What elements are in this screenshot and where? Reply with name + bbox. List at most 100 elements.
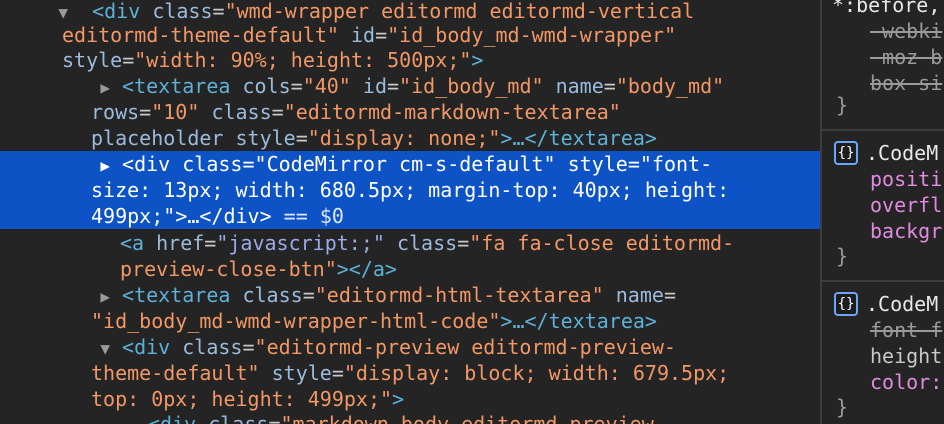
console-ref: == $0	[271, 204, 344, 228]
expand-triangle-icon[interactable]: ▶	[0, 153, 110, 179]
attr-name: style	[567, 152, 628, 176]
tag-close: </div>	[199, 204, 272, 228]
declaration[interactable]: overfl	[870, 192, 942, 218]
declaration[interactable]: backgr	[870, 218, 942, 244]
rule-close-brace: }	[836, 395, 849, 419]
tag-open: <textarea	[122, 74, 243, 98]
attr-name: class	[211, 100, 272, 124]
dom-node-wmd-wrapper[interactable]: ▼ <div class="wmd-wrapper editormd edito…	[0, 0, 820, 24]
attr-value: "id_body_md-wmd-wrapper-html-code"	[91, 309, 501, 333]
attr-name: class	[182, 335, 243, 359]
attr-name: class	[242, 283, 303, 307]
expand-triangle-icon[interactable]: ▶	[0, 284, 110, 310]
attr-value: "width: 90%; height: 500px;"	[134, 48, 472, 72]
dom-node-close-btn[interactable]: <a href="javascript:;" class="fa fa-clos…	[0, 230, 820, 256]
attr-value: preview-close-btn"	[120, 257, 337, 281]
attr-value: "10"	[151, 100, 200, 124]
elements-panel: ▼ <div class="wmd-wrapper editormd edito…	[0, 0, 820, 424]
rule-selector[interactable]: .CodeM	[866, 140, 938, 166]
dom-node-line: top: 0px; height: 499px;">	[0, 386, 820, 412]
dom-node-codemirror-selected[interactable]: ▶ <div class="CodeMirror cm-s-default" s…	[0, 151, 820, 177]
tag-open: <div	[92, 0, 153, 23]
tag-close: >	[471, 48, 484, 72]
declaration-overridden[interactable]: font-f	[870, 317, 942, 343]
rule-close-brace: }	[836, 244, 849, 268]
attr-value: top: 0px; height: 499px;"	[91, 387, 393, 411]
dom-node-line: preview-close-btn"></a>	[0, 256, 820, 282]
rule-divider	[822, 129, 944, 131]
dom-node-editormd-preview[interactable]: ▼ <div class="editormd-preview editormd-…	[0, 334, 820, 360]
attr-value: "fa fa-close editormd-	[469, 231, 735, 255]
tag-open: <div	[122, 152, 183, 176]
attr-name: placeholder	[91, 126, 224, 150]
attr-value: "markdown-body editormd-preview-	[280, 412, 666, 424]
declaration-overridden[interactable]: box-si	[870, 70, 942, 96]
expand-triangle-icon[interactable]: ▶	[0, 75, 110, 101]
dom-node-line: editormd-theme-default" id="id_body_md-w…	[62, 23, 677, 47]
dom-node-line: 499px;">…</div> == $0	[0, 203, 820, 229]
dom-node-line: "id_body_md-wmd-wrapper-html-code">…</te…	[0, 308, 820, 334]
tag-ellipsis[interactable]: >…	[175, 204, 199, 228]
dom-node-line: style="width: 90%; height: 500px;">	[62, 48, 484, 72]
attr-name: name	[615, 283, 664, 307]
attr-link-value[interactable]: "javascript:;"	[216, 231, 385, 255]
tag-open: <div	[122, 335, 183, 359]
declaration[interactable]: height	[870, 343, 942, 369]
attr-value: "id_body_md"	[399, 74, 544, 98]
attr-name: id	[362, 74, 387, 98]
rule-divider	[822, 280, 944, 282]
declaration-overridden[interactable]: -moz-b	[870, 44, 942, 70]
declaration[interactable]: positi	[870, 166, 942, 192]
tag-open: <textarea	[122, 283, 243, 307]
attr-name: cols	[242, 74, 291, 98]
attr-name: class	[182, 152, 243, 176]
attr-value: theme-default"	[91, 361, 260, 385]
collapse-triangle-icon[interactable]: ▼	[0, 336, 110, 362]
tag-close: >	[392, 387, 405, 411]
attr-name: name	[555, 74, 604, 98]
tag-open: <a	[120, 231, 157, 255]
attr-name: style	[271, 361, 332, 385]
dom-node-html-textarea[interactable]: ▶ <textarea class="editormd-html-textare…	[0, 282, 820, 308]
attr-value: "display: block; width: 679.5px;	[343, 361, 730, 385]
dom-node-line: placeholder style="display: none;">…</te…	[91, 126, 657, 150]
declaration-overridden[interactable]: -webki	[870, 18, 942, 44]
tag-close: </textarea>	[524, 309, 657, 333]
attr-name: style	[235, 126, 296, 150]
tag-close: </textarea>	[524, 126, 657, 150]
attr-value: "body_md"	[615, 74, 725, 98]
attr-name: class	[208, 412, 269, 424]
attr-value: "CodeMirror cm-s-default"	[254, 152, 556, 176]
attr-value: "editormd-preview editormd-preview-	[254, 335, 676, 359]
dom-node-textarea-body-md[interactable]: ▶ <textarea cols="40" id="id_body_md" na…	[0, 73, 820, 99]
dom-node-line: size: 13px; width: 680.5px; margin-top: …	[0, 177, 820, 203]
tag-open: <div	[148, 412, 209, 424]
tag-close: ></a>	[336, 257, 397, 281]
rule-braces-icon[interactable]: {}	[834, 292, 858, 316]
rule-braces-icon[interactable]: {}	[834, 141, 858, 165]
rule-selector[interactable]: .CodeM	[866, 291, 938, 317]
rule-close-brace: }	[836, 93, 849, 117]
attr-name: rows	[91, 100, 140, 124]
attr-name: href	[156, 231, 205, 255]
styles-panel: *:before, -webki -moz-b box-si } {} .Cod…	[822, 0, 944, 424]
attr-value: "wmd-wrapper editormd editormd-vertical	[224, 0, 695, 23]
attr-value: "display: none;"	[307, 126, 501, 150]
attr-value: "editormd-html-textarea"	[314, 283, 604, 307]
attr-value: size: 13px; width: 680.5px; margin-top: …	[91, 178, 730, 202]
attr-value: "id_body_md-wmd-wrapper"	[387, 23, 677, 47]
tag-ellipsis[interactable]: >…	[500, 309, 524, 333]
declaration[interactable]: color:	[870, 369, 942, 395]
attr-value: 499px;"	[91, 204, 176, 228]
rule-selector[interactable]: *:before,	[832, 0, 940, 18]
attr-value: "40"	[302, 74, 351, 98]
dom-node-markdown-body[interactable]: <div class="markdown-body editormd-previ…	[0, 411, 820, 424]
tag-ellipsis[interactable]: >…	[500, 126, 524, 150]
attr-name: id	[351, 23, 376, 47]
attr-value: "editormd-markdown-textarea"	[283, 100, 621, 124]
dom-node-line: theme-default" style="display: block; wi…	[91, 361, 730, 385]
attr-name: style	[62, 48, 123, 72]
attr-value: editormd-theme-default"	[62, 23, 339, 47]
attr-value: "font-	[639, 152, 713, 176]
attr-name: class	[396, 231, 458, 255]
